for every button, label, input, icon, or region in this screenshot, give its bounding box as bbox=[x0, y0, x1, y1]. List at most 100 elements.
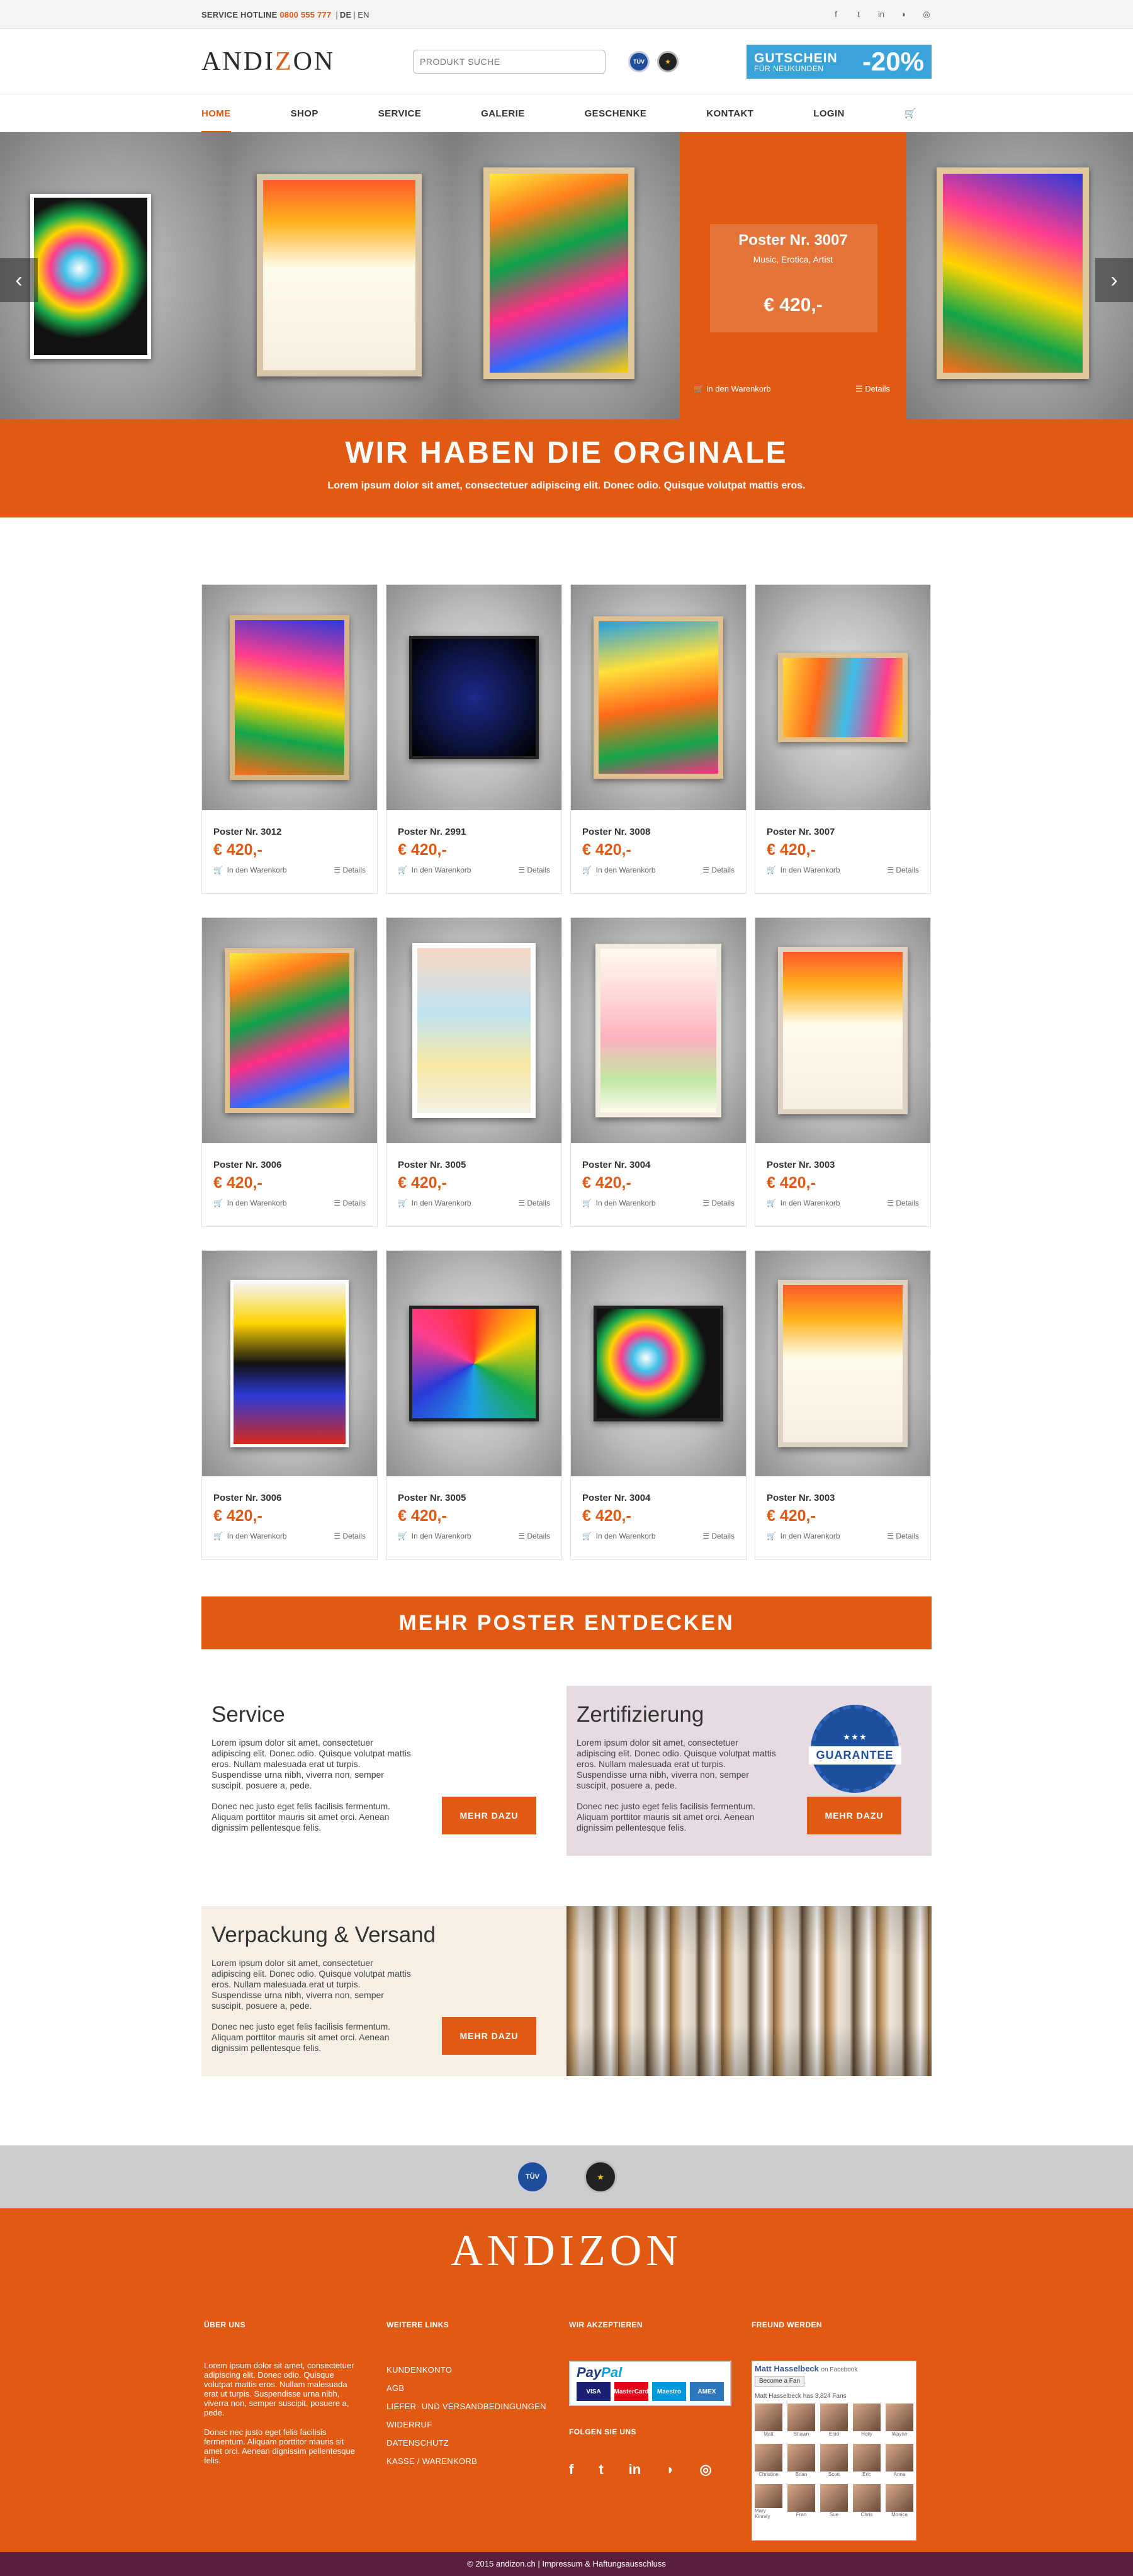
footer-link-widerruf[interactable]: WIDERRUF bbox=[386, 2415, 566, 2434]
add-to-cart-link[interactable]: 🛒 In den Warenkorb bbox=[398, 1532, 471, 1540]
lang-de[interactable]: DE bbox=[340, 10, 351, 20]
add-to-cart-link[interactable]: 🛒 In den Warenkorb bbox=[767, 866, 840, 874]
fan-avatar[interactable]: Monica bbox=[886, 2484, 913, 2519]
details-link[interactable]: ☰ Details bbox=[887, 866, 919, 874]
details-link[interactable]: ☰ Details bbox=[334, 866, 366, 874]
product-image[interactable] bbox=[202, 918, 377, 1143]
details-link[interactable]: ☰ Details bbox=[702, 866, 735, 874]
facebook-icon[interactable]: f bbox=[831, 9, 841, 20]
product-image[interactable] bbox=[755, 1251, 930, 1476]
add-to-cart-link[interactable]: 🛒 In den Warenkorb bbox=[767, 1199, 840, 1207]
nav-service[interactable]: SERVICE bbox=[378, 94, 421, 132]
product-card[interactable]: Poster Nr. 3003 € 420,- 🛒 In den Warenkorb… bbox=[755, 1250, 931, 1560]
add-to-cart-link[interactable]: 🛒 In den Warenkorb bbox=[582, 866, 656, 874]
product-image[interactable] bbox=[571, 585, 746, 810]
product-image[interactable] bbox=[386, 918, 561, 1143]
slide-highlight[interactable]: Poster Nr. 3007 Music, Erotica, Artist €… bbox=[680, 132, 906, 419]
product-card[interactable]: Poster Nr. 3007 € 420,- 🛒 In den Warenkorb… bbox=[755, 584, 931, 894]
footer-link-agb[interactable]: AGB bbox=[386, 2379, 566, 2397]
nav-home[interactable]: HOME bbox=[201, 94, 231, 133]
fan-avatar[interactable]: Wayne bbox=[886, 2404, 913, 2439]
dribbble-icon[interactable]: ◎ bbox=[922, 9, 932, 20]
product-image[interactable] bbox=[386, 585, 561, 810]
product-card[interactable]: Poster Nr. 3004 € 420,- 🛒 In den Warenkorb… bbox=[570, 1250, 747, 1560]
details-link[interactable]: ☰ Details bbox=[334, 1532, 366, 1540]
linkedin-icon[interactable]: in bbox=[629, 2461, 641, 2478]
product-card[interactable]: Poster Nr. 2991 € 420,- 🛒 In den Warenkorb… bbox=[386, 584, 562, 894]
fan-avatar[interactable]: Brian bbox=[787, 2444, 815, 2479]
product-image[interactable] bbox=[386, 1251, 561, 1476]
fan-avatar[interactable]: Sue bbox=[820, 2484, 848, 2519]
nav-kontakt[interactable]: KONTAKT bbox=[706, 94, 753, 132]
product-image[interactable] bbox=[571, 1251, 746, 1476]
shipping-more-button[interactable]: MEHR DAZU bbox=[442, 2017, 536, 2055]
details-link[interactable]: ☰ Details bbox=[702, 1532, 735, 1540]
product-card[interactable]: Poster Nr. 3008 € 420,- 🛒 In den Warenkorb… bbox=[570, 584, 747, 894]
add-to-cart-link[interactable]: 🛒 In den Warenkorb bbox=[213, 1532, 287, 1540]
nav-galerie[interactable]: GALERIE bbox=[481, 94, 524, 132]
slider-prev-button[interactable]: ‹ bbox=[0, 258, 38, 302]
details-link[interactable]: ☰ Details bbox=[518, 1199, 550, 1207]
lang-en[interactable]: EN bbox=[358, 10, 369, 20]
fan-avatar[interactable]: Matt bbox=[755, 2404, 782, 2439]
fan-avatar[interactable]: Scott bbox=[820, 2444, 848, 2479]
search-input[interactable]: PRODUKT SUCHE bbox=[413, 50, 606, 74]
add-to-cart-link[interactable]: 🛒 In den Warenkorb bbox=[582, 1199, 656, 1207]
product-image[interactable] bbox=[755, 585, 930, 810]
certification-more-button[interactable]: MEHR DAZU bbox=[807, 1797, 901, 1834]
fan-avatar[interactable]: Anna bbox=[886, 2444, 913, 2479]
details-link[interactable]: ☰ Details bbox=[887, 1199, 919, 1207]
dribbble-icon[interactable]: ◎ bbox=[700, 2461, 712, 2478]
slide[interactable] bbox=[453, 132, 680, 419]
nav-login[interactable]: LOGIN bbox=[813, 94, 845, 132]
footer-link-kasse[interactable]: KASSE / WARENKORB bbox=[386, 2452, 566, 2470]
fan-avatar[interactable]: Eric bbox=[853, 2444, 881, 2479]
product-card[interactable]: Poster Nr. 3003 € 420,- 🛒 In den Warenkorb… bbox=[755, 917, 931, 1227]
fan-avatar[interactable]: Mary Kinney bbox=[755, 2484, 782, 2519]
add-to-cart-link[interactable]: 🛒 In den Warenkorb bbox=[767, 1532, 840, 1540]
add-to-cart-link[interactable]: 🛒 In den Warenkorb bbox=[582, 1532, 656, 1540]
product-image[interactable] bbox=[571, 918, 746, 1143]
become-fan-button[interactable]: Become a Fan bbox=[755, 2376, 805, 2387]
product-card[interactable]: Poster Nr. 3006 € 420,- 🛒 In den Warenkorb… bbox=[201, 1250, 378, 1560]
fan-avatar[interactable]: Shawn bbox=[787, 2404, 815, 2439]
service-more-button[interactable]: MEHR DAZU bbox=[442, 1797, 536, 1834]
nav-shop[interactable]: SHOP bbox=[291, 94, 318, 132]
add-to-cart-link[interactable]: 🛒 In den Warenkorb bbox=[213, 1199, 287, 1207]
footer-link-datenschutz[interactable]: DATENSCHUTZ bbox=[386, 2434, 566, 2452]
hotline-number[interactable]: 0800 555 777 bbox=[279, 10, 331, 20]
product-card[interactable]: Poster Nr. 3012 € 420,- 🛒 In den Warenkorb… bbox=[201, 584, 378, 894]
details-link[interactable]: ☰ Details bbox=[334, 1199, 366, 1207]
fan-avatar[interactable]: Fran bbox=[787, 2484, 815, 2519]
product-card[interactable]: Poster Nr. 3004 € 420,- 🛒 In den Warenkorb… bbox=[570, 917, 747, 1227]
details-link[interactable]: ☰ Details bbox=[702, 1199, 735, 1207]
product-image[interactable] bbox=[202, 1251, 377, 1476]
linkedin-icon[interactable]: in bbox=[876, 9, 886, 20]
footer-link-kundenkonto[interactable]: KUNDENKONTO bbox=[386, 2361, 566, 2379]
product-card[interactable]: Poster Nr. 3005 € 420,- 🛒 In den Warenkorb… bbox=[386, 917, 562, 1227]
fan-avatar[interactable]: Enid bbox=[820, 2404, 848, 2439]
slide-add-to-cart[interactable]: 🛒 In den Warenkorb bbox=[694, 384, 771, 394]
voucher-banner[interactable]: GUTSCHEIN FÜR NEUKUNDEN -20% bbox=[747, 45, 932, 79]
more-posters-button[interactable]: MEHR POSTER ENTDECKEN bbox=[201, 1596, 932, 1649]
product-image[interactable] bbox=[755, 918, 930, 1143]
product-card[interactable]: Poster Nr. 3006 € 420,- 🛒 In den Warenkorb… bbox=[201, 917, 378, 1227]
twitter-icon[interactable]: t bbox=[599, 2461, 603, 2478]
logo[interactable]: ANDIZON bbox=[201, 47, 415, 77]
product-card[interactable]: Poster Nr. 3005 € 420,- 🛒 In den Warenkorb… bbox=[386, 1250, 562, 1560]
nav-geschenke[interactable]: GESCHENKE bbox=[585, 94, 647, 132]
fan-avatar[interactable]: Holly bbox=[853, 2404, 881, 2439]
details-link[interactable]: ☰ Details bbox=[518, 866, 550, 874]
details-link[interactable]: ☰ Details bbox=[887, 1532, 919, 1540]
slider-next-button[interactable]: › bbox=[1095, 258, 1133, 302]
slide[interactable] bbox=[227, 132, 453, 419]
details-link[interactable]: ☰ Details bbox=[518, 1532, 550, 1540]
fan-avatar[interactable]: Christine bbox=[755, 2444, 782, 2479]
add-to-cart-link[interactable]: 🛒 In den Warenkorb bbox=[398, 866, 471, 874]
add-to-cart-link[interactable]: 🛒 In den Warenkorb bbox=[398, 1199, 471, 1207]
rss-icon[interactable]: ◗ bbox=[899, 9, 909, 20]
product-image[interactable] bbox=[202, 585, 377, 810]
footer-link-liefer[interactable]: LIEFER- UND VERSANDBEDINGUNGEN bbox=[386, 2397, 566, 2415]
rss-icon[interactable]: ◗ bbox=[666, 2461, 674, 2478]
fan-avatar[interactable]: Chris bbox=[853, 2484, 881, 2519]
